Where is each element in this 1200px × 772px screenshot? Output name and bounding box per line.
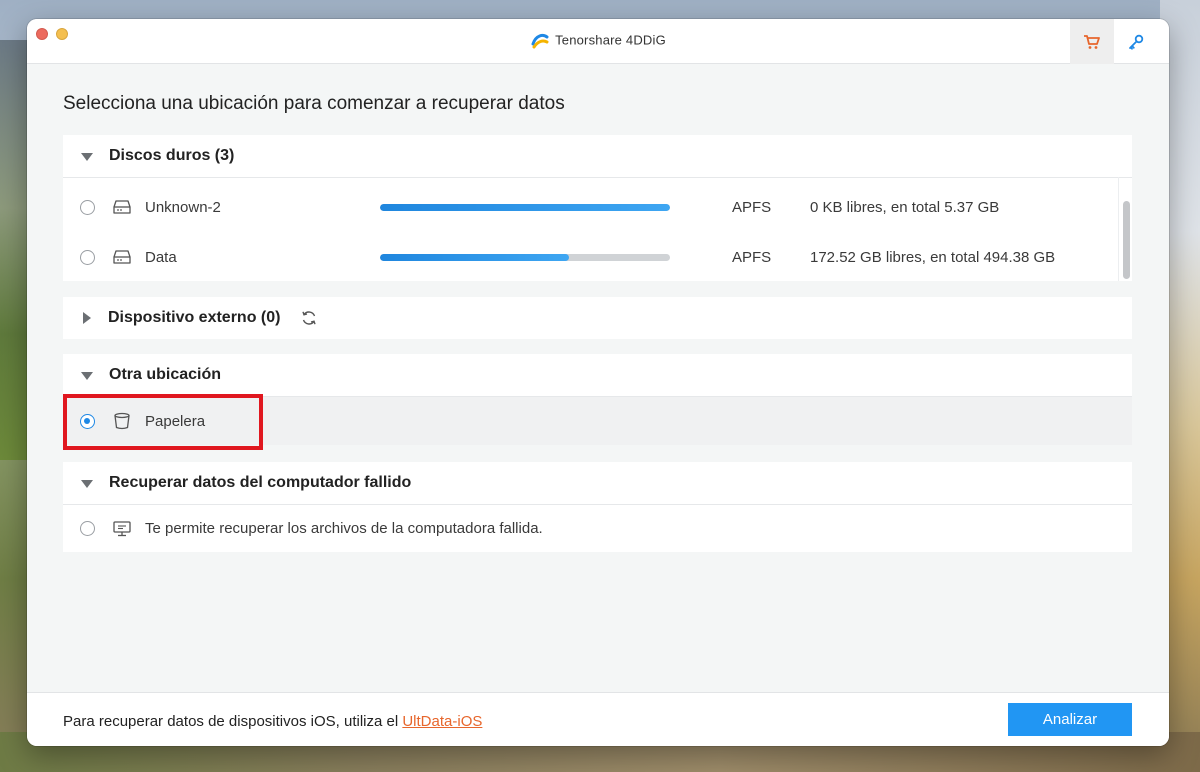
drive-usage-bar [380, 253, 670, 261]
footer: Para recuperar datos de dispositivos iOS… [27, 692, 1169, 746]
title-bar: Tenorshare 4DDiG [27, 19, 1169, 64]
key-icon [1129, 34, 1144, 50]
drive-name: Unknown-2 [145, 198, 221, 216]
trash-label: Papelera [145, 412, 206, 430]
refresh-icon[interactable] [300, 309, 318, 327]
other-location-title: Otra ubicación [109, 366, 222, 383]
drive-usage-fill [380, 203, 670, 211]
crashed-computer-title: Recuperar datos del computador fallido [109, 474, 412, 491]
external-device-header[interactable]: Dispositivo externo (0) [63, 297, 1132, 339]
external-device-title: Dispositivo externo (0) [108, 309, 281, 326]
hard-disks-header[interactable]: Discos duros (3) [63, 135, 1132, 177]
key-button[interactable] [1114, 19, 1158, 64]
crashed-computer-header[interactable]: Recuperar datos del computador fallido [63, 462, 1132, 504]
footer-text: Para recuperar datos de dispositivos iOS… [63, 713, 482, 730]
external-device-section: Dispositivo externo (0) [63, 297, 1132, 339]
trash-row[interactable]: Papelera [63, 397, 1132, 445]
collapse-icon [81, 152, 93, 161]
drive-name: Data [145, 248, 177, 266]
hard-drive-icon [113, 250, 131, 264]
footer-message: Para recuperar datos de dispositivos iOS… [63, 713, 403, 730]
hard-disks-section: Discos duros (3) Unknown-2 APFS 0 KB lib… [63, 135, 1132, 281]
drive-radio[interactable] [80, 249, 95, 265]
hard-drive-icon [113, 200, 131, 214]
hard-disks-title: Discos duros (3) [109, 147, 235, 164]
collapse-icon [81, 371, 93, 380]
trash-radio[interactable] [80, 413, 95, 429]
ultdata-ios-link[interactable]: UltData-iOS [402, 713, 482, 730]
collapse-icon [81, 479, 93, 488]
other-location-section: Otra ubicación Papelera [63, 354, 1132, 445]
drive-usage-bar [380, 203, 670, 211]
scrollbar-thumb[interactable] [1123, 201, 1130, 279]
drive-space: 172.52 GB libres, en total 494.38 GB [810, 248, 1056, 266]
drive-filesystem: APFS [732, 198, 772, 216]
trash-icon [114, 412, 130, 430]
drive-radio[interactable] [80, 199, 95, 215]
drive-usage-fill [380, 253, 569, 261]
drive-row-unknown-2[interactable]: Unknown-2 APFS 0 KB libres, en total 5.3… [63, 182, 1132, 232]
drive-row-data[interactable]: Data APFS 172.52 GB libres, en total 494… [63, 232, 1132, 282]
drive-filesystem: APFS [732, 248, 772, 266]
app-title: Tenorshare 4DDiG [27, 32, 1169, 50]
expand-icon [83, 312, 91, 324]
page-title: Selecciona una ubicación para comenzar a… [63, 93, 565, 114]
app-window: Tenorshare 4DDiG Selecciona una ubicació… [27, 19, 1169, 746]
app-logo-icon [531, 34, 549, 49]
other-location-header[interactable]: Otra ubicación [63, 354, 1132, 396]
crashed-computer-radio[interactable] [80, 521, 95, 536]
drive-space: 0 KB libres, en total 5.37 GB [810, 198, 1000, 216]
crashed-computer-section: Recuperar datos del computador fallido T… [63, 462, 1132, 552]
crashed-computer-row[interactable]: Te permite recuperar los archivos de la … [63, 505, 1132, 552]
app-title-text: Tenorshare 4DDiG [555, 32, 666, 48]
computer-icon [113, 520, 131, 536]
crashed-computer-label: Te permite recuperar los archivos de la … [145, 520, 543, 537]
divider [63, 177, 1132, 178]
analyze-button[interactable]: Analizar [1008, 703, 1132, 736]
cart-icon [1084, 34, 1100, 49]
cart-button[interactable] [1070, 19, 1114, 64]
